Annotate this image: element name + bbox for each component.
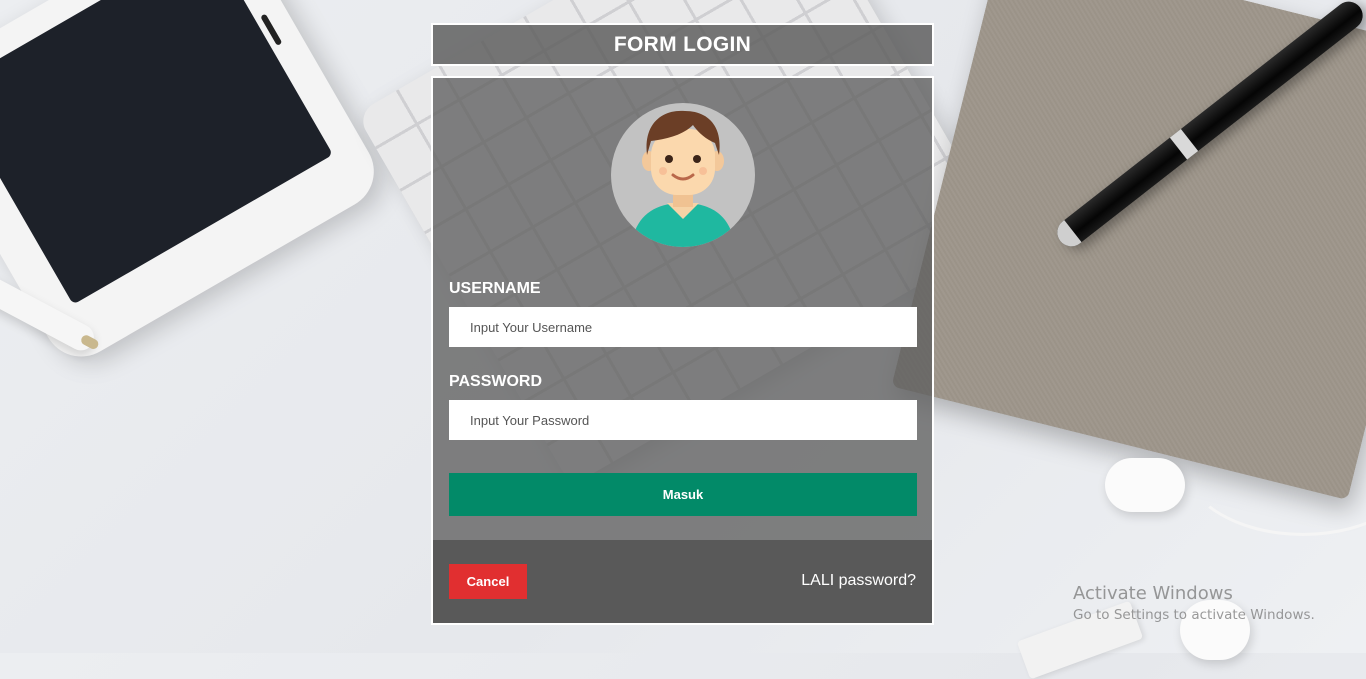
- password-input[interactable]: [449, 400, 917, 440]
- form-title-bar: FORM LOGIN: [431, 23, 934, 66]
- page-title: FORM LOGIN: [613, 32, 752, 56]
- cancel-button[interactable]: Cancel: [449, 564, 527, 599]
- watermark-subtitle: Go to Settings to activate Windows.: [1073, 607, 1315, 623]
- forgot-password-link[interactable]: LALI password?: [801, 572, 916, 590]
- earbud-image: [1105, 458, 1185, 512]
- login-form: USERNAME PASSWORD Masuk Cancel LALI pass…: [431, 76, 934, 625]
- activate-windows-watermark: Activate Windows Go to Settings to activ…: [1073, 583, 1315, 623]
- watermark-title: Activate Windows: [1073, 583, 1233, 604]
- username-label: USERNAME: [449, 280, 541, 297]
- password-label: PASSWORD: [449, 373, 543, 390]
- form-footer: Cancel LALI password?: [433, 540, 932, 623]
- login-submit-button[interactable]: Masuk: [449, 473, 917, 516]
- user-avatar-icon: [611, 103, 755, 247]
- username-input[interactable]: [449, 307, 917, 347]
